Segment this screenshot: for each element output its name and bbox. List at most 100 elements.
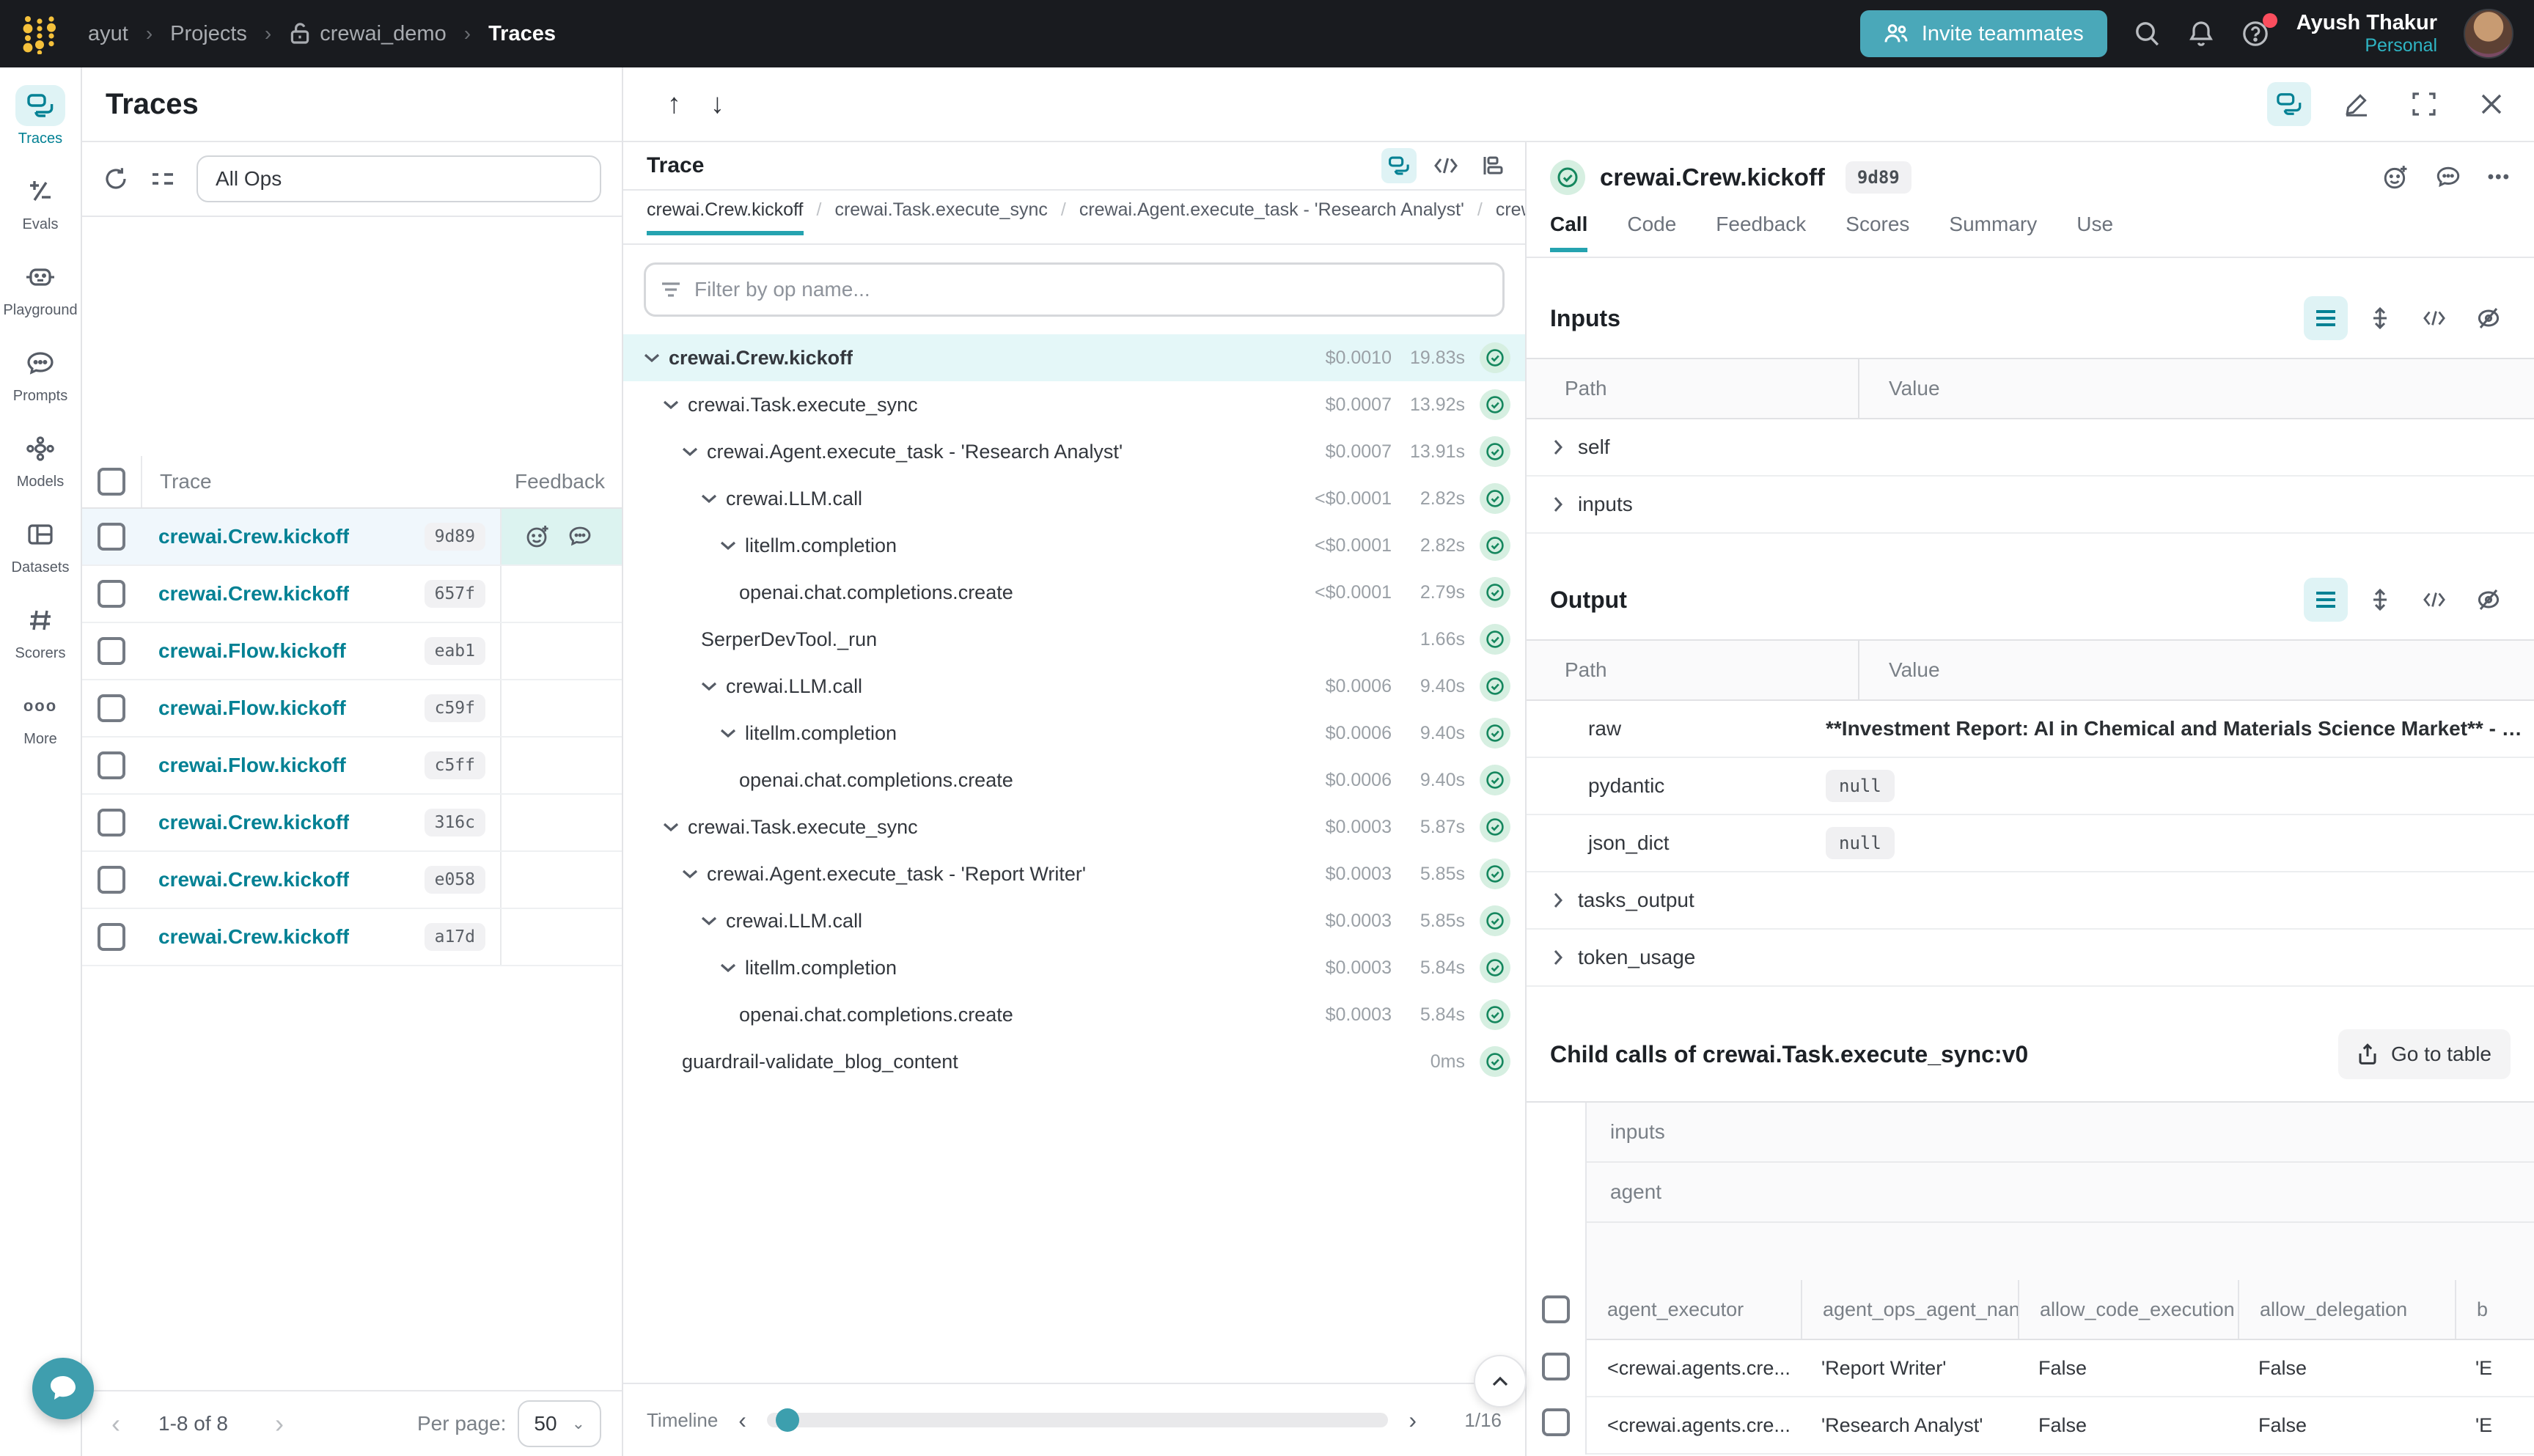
breadcrumb-projects[interactable]: Projects xyxy=(170,22,247,46)
list-view-icon[interactable] xyxy=(2304,296,2348,340)
row-checkbox[interactable] xyxy=(98,580,125,608)
chevron-right-icon[interactable] xyxy=(1553,892,1563,908)
notifications-bell-icon[interactable] xyxy=(2188,20,2214,48)
row-checkbox[interactable] xyxy=(98,637,125,665)
sidebar-item-models[interactable]: Models xyxy=(0,428,81,490)
chevron-down-icon[interactable] xyxy=(644,353,660,363)
ops-filter-select[interactable]: All Ops xyxy=(197,155,601,202)
list-view-icon[interactable] xyxy=(2304,578,2348,622)
timeline-next-icon[interactable]: › xyxy=(1388,1407,1437,1434)
span-row[interactable]: crewai.LLM.call <$0.0001 2.82s xyxy=(623,475,1525,522)
span-row[interactable]: guardrail-validate_blog_content 0ms xyxy=(623,1038,1525,1085)
row-checkbox[interactable] xyxy=(98,523,125,551)
trace-view-toggle-icon[interactable] xyxy=(2267,82,2311,126)
table-row[interactable]: crewai.Crew.kickoff e058 xyxy=(82,852,622,909)
span-row[interactable]: openai.chat.completions.create $0.0003 5… xyxy=(623,991,1525,1038)
hide-values-icon[interactable] xyxy=(2467,578,2511,622)
trace-tab[interactable]: crewai.Crew.kickoff xyxy=(647,199,804,235)
chat-support-button[interactable] xyxy=(32,1358,94,1419)
span-row[interactable]: litellm.completion $0.0003 5.84s xyxy=(623,944,1525,991)
timeline-slider-thumb[interactable] xyxy=(776,1408,799,1432)
trace-link[interactable]: crewai.Crew.kickoff xyxy=(141,925,349,949)
table-row[interactable]: crewai.Crew.kickoff 9d89 xyxy=(82,509,622,566)
trace-tab[interactable]: crewai.Task.execute_sync xyxy=(834,199,1047,231)
sidebar-item-prompts[interactable]: Prompts xyxy=(0,342,81,405)
select-all-checkbox[interactable] xyxy=(1542,1295,1570,1323)
table-row[interactable]: crewai.Flow.kickoff c59f xyxy=(82,680,622,738)
column-header[interactable]: agent_executor xyxy=(1587,1280,1801,1339)
input-row-self[interactable]: self xyxy=(1527,419,2534,477)
search-icon[interactable] xyxy=(2134,20,2162,48)
chevron-down-icon[interactable] xyxy=(701,493,717,504)
output-row-pydantic[interactable]: pydantic null xyxy=(1527,758,2534,815)
trace-link[interactable]: crewai.Flow.kickoff xyxy=(141,639,346,663)
output-row-tasks-output[interactable]: tasks_output xyxy=(1527,872,2534,930)
next-call-icon[interactable]: ↓ xyxy=(710,89,724,120)
row-checkbox[interactable] xyxy=(98,694,125,722)
invite-teammates-button[interactable]: Invite teammates xyxy=(1860,10,2107,57)
tab-call[interactable]: Call xyxy=(1550,213,1587,252)
edit-pencil-icon[interactable] xyxy=(2335,82,2379,126)
breadcrumb-org[interactable]: ayut xyxy=(88,22,128,46)
trace-link[interactable]: crewai.Crew.kickoff xyxy=(141,811,349,834)
sidebar-item-playground[interactable]: Playground xyxy=(0,257,81,319)
tree-view-icon[interactable] xyxy=(1381,148,1417,183)
trace-link[interactable]: crewai.Crew.kickoff xyxy=(141,582,349,606)
go-to-table-button[interactable]: Go to table xyxy=(2338,1029,2511,1079)
table-row[interactable]: crewai.Crew.kickoff 316c xyxy=(82,795,622,852)
wandb-logo-icon[interactable] xyxy=(21,13,59,54)
raw-output-value[interactable]: **Investment Report: AI in Chemical and … xyxy=(1826,717,2534,740)
column-header[interactable]: allow_delegation xyxy=(2238,1280,2455,1339)
add-reaction-icon[interactable] xyxy=(2382,164,2409,191)
span-row[interactable]: crewai.Crew.kickoff $0.0010 19.83s xyxy=(623,334,1525,381)
fullscreen-icon[interactable] xyxy=(2402,82,2446,126)
table-row[interactable]: <crewai.agents.cre... 'Report Writer' Fa… xyxy=(1587,1340,2534,1397)
add-reaction-icon[interactable] xyxy=(525,524,550,549)
code-view-icon[interactable] xyxy=(2412,578,2456,622)
refresh-icon[interactable] xyxy=(103,166,129,192)
close-icon[interactable] xyxy=(2469,82,2513,126)
sidebar-item-scorers[interactable]: Scorers xyxy=(0,600,81,662)
tab-scores[interactable]: Scores xyxy=(1846,213,1909,248)
code-view-icon[interactable] xyxy=(2412,296,2456,340)
trace-link[interactable]: crewai.Crew.kickoff xyxy=(141,525,349,548)
row-checkbox[interactable] xyxy=(1542,1408,1570,1436)
help-icon[interactable] xyxy=(2241,19,2270,48)
select-all-checkbox[interactable] xyxy=(98,468,125,496)
feedback-column-header[interactable]: Feedback xyxy=(500,456,622,507)
chevron-down-icon[interactable] xyxy=(682,869,698,879)
table-row[interactable]: crewai.Flow.kickoff eab1 xyxy=(82,623,622,680)
trace-column-header[interactable]: Trace xyxy=(141,456,500,507)
timeline-slider[interactable] xyxy=(767,1413,1388,1427)
trace-link[interactable]: crewai.Flow.kickoff xyxy=(141,696,346,720)
trace-tab[interactable]: crewai.LLM.cal xyxy=(1496,199,1525,231)
comment-icon[interactable] xyxy=(568,525,592,548)
chevron-down-icon[interactable] xyxy=(663,400,679,410)
input-row-inputs[interactable]: inputs xyxy=(1527,477,2534,534)
trace-link[interactable]: crewai.Flow.kickoff xyxy=(141,754,346,777)
column-header[interactable]: b xyxy=(2455,1280,2534,1339)
trace-link[interactable]: crewai.Crew.kickoff xyxy=(141,868,349,891)
span-row[interactable]: crewai.LLM.call $0.0003 5.85s xyxy=(623,897,1525,944)
chevron-down-icon[interactable] xyxy=(663,822,679,832)
table-row[interactable]: crewai.Crew.kickoff a17d xyxy=(82,909,622,966)
code-view-icon[interactable] xyxy=(1428,148,1464,183)
sidebar-item-datasets[interactable]: Datasets xyxy=(0,514,81,576)
collapse-up-button[interactable] xyxy=(1474,1355,1527,1408)
span-row[interactable]: openai.chat.completions.create $0.0006 9… xyxy=(623,757,1525,804)
chevron-right-icon[interactable] xyxy=(1553,496,1563,512)
expand-rows-icon[interactable] xyxy=(2358,578,2402,622)
op-name-filter-input[interactable]: Filter by op name... xyxy=(644,262,1505,317)
per-page-select[interactable]: 50 ⌄ xyxy=(518,1400,601,1447)
chevron-down-icon[interactable] xyxy=(720,963,736,973)
comment-icon[interactable] xyxy=(2435,165,2461,190)
chevron-down-icon[interactable] xyxy=(720,540,736,551)
column-header[interactable]: agent_ops_agent_nan xyxy=(1801,1280,2018,1339)
sidebar-item-traces[interactable]: Traces xyxy=(0,85,81,147)
next-page-icon[interactable]: › xyxy=(266,1408,293,1439)
span-row[interactable]: litellm.completion <$0.0001 2.82s xyxy=(623,522,1525,569)
tab-use[interactable]: Use xyxy=(2076,213,2113,248)
more-menu-icon[interactable]: ••• xyxy=(2488,167,2511,188)
avatar[interactable] xyxy=(2464,9,2513,59)
prev-page-icon[interactable]: ‹ xyxy=(103,1408,129,1439)
